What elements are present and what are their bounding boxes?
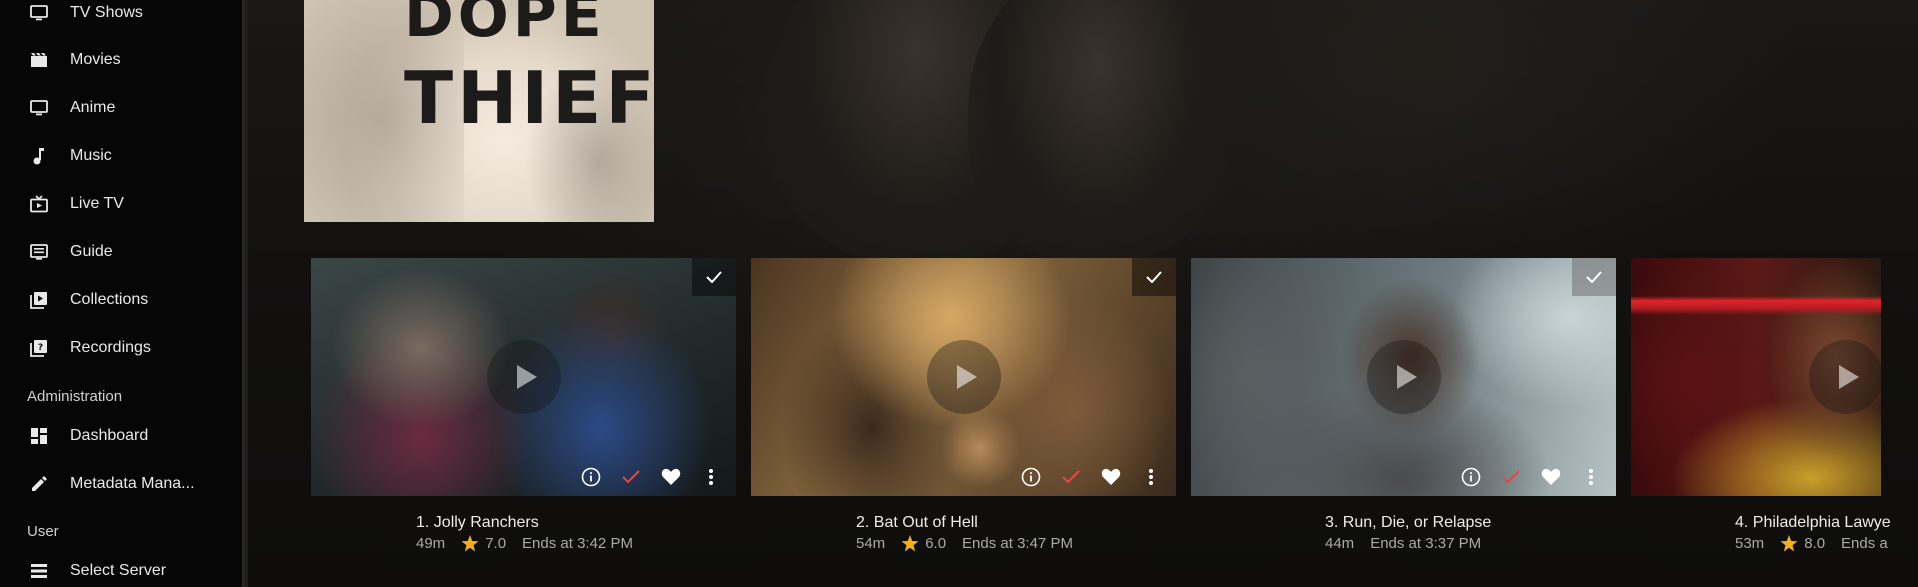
- sidebar-item-label: Music: [70, 147, 112, 164]
- sidebar-item-label: Collections: [70, 291, 149, 308]
- play-icon: [956, 365, 977, 389]
- episode-rating: 7.0: [485, 535, 507, 552]
- play-button[interactable]: [486, 340, 561, 414]
- info-icon[interactable]: [1020, 466, 1042, 488]
- sidebar-item-dashboard[interactable]: Dashboard: [0, 416, 242, 456]
- sidebar-item-guide[interactable]: Guide: [0, 232, 242, 272]
- played-check-icon[interactable]: [1060, 466, 1082, 488]
- sidebar-item-label: Anime: [70, 99, 116, 116]
- episode-meta: 54m 6.0 Ends at 3:47 PM: [856, 535, 1073, 552]
- episode-meta: 53m 8.0 Ends a: [1735, 535, 1888, 552]
- watched-indicator[interactable]: [1572, 258, 1616, 296]
- play-icon: [1396, 365, 1417, 389]
- movie-clapper-icon: [29, 50, 49, 70]
- sidebar-item-label: Dashboard: [70, 427, 149, 444]
- info-icon[interactable]: [580, 466, 602, 488]
- sidebar-item-metadata-manager[interactable]: Metadata Mana...: [0, 464, 242, 504]
- sidebar-item-live-tv[interactable]: Live TV: [0, 184, 242, 224]
- more-options-icon[interactable]: [1580, 466, 1602, 488]
- sidebar-item-label: Movies: [70, 51, 121, 68]
- episode-ends-at: Ends a: [1841, 535, 1888, 552]
- svg-text:?: ?: [38, 343, 43, 353]
- episode-actions: [580, 466, 722, 488]
- favorite-heart-icon[interactable]: [1100, 466, 1122, 488]
- check-icon: [1586, 271, 1602, 283]
- sidebar-item-recordings[interactable]: ? Recordings: [0, 328, 242, 368]
- episode-runtime: 44m: [1325, 535, 1355, 552]
- music-note-icon: [29, 146, 49, 166]
- episode-card[interactable]: [1191, 258, 1616, 496]
- episode-runtime: 53m: [1735, 535, 1765, 552]
- episode-ends-at: Ends at 3:47 PM: [962, 535, 1073, 552]
- backdrop-figure: [968, 0, 1228, 260]
- episode-runtime: 49m: [416, 535, 446, 552]
- watched-indicator[interactable]: [692, 258, 736, 296]
- series-poster[interactable]: DOPE THIEF: [304, 0, 654, 222]
- sidebar-item-movies[interactable]: Movies: [0, 40, 242, 80]
- sidebar-item-label: Select Server: [70, 562, 167, 579]
- watched-indicator[interactable]: [1132, 258, 1176, 296]
- star-icon: [461, 535, 479, 552]
- episode-title[interactable]: 2. Bat Out of Hell: [856, 514, 978, 532]
- more-options-icon[interactable]: [700, 466, 722, 488]
- episode-title[interactable]: 4. Philadelphia Lawye: [1735, 514, 1891, 532]
- sidebar-item-tv-shows[interactable]: TV Shows: [0, 0, 242, 33]
- play-button[interactable]: [1809, 340, 1881, 414]
- check-icon: [1146, 271, 1162, 283]
- sidebar-item-select-server[interactable]: Select Server: [0, 551, 242, 587]
- play-button[interactable]: [1366, 340, 1441, 414]
- sidebar-item-label: Guide: [70, 243, 113, 260]
- play-icon: [1839, 365, 1859, 389]
- episode-rating: 8.0: [1804, 535, 1826, 552]
- check-icon: [706, 271, 722, 283]
- poster-title-line2: THIEF: [404, 56, 654, 140]
- pencil-icon: [29, 474, 49, 494]
- episode-card[interactable]: [311, 258, 736, 496]
- episode-meta: 49m 7.0 Ends at 3:42 PM: [416, 535, 633, 552]
- episode-meta: 44m Ends at 3:37 PM: [1325, 535, 1481, 552]
- episode-actions: [1020, 466, 1162, 488]
- episode-title[interactable]: 3. Run, Die, or Relapse: [1325, 514, 1491, 532]
- sidebar-item-collections[interactable]: Collections: [0, 280, 242, 320]
- app-root: TV Shows Movies Anime Music Live TV Guid…: [0, 0, 1918, 587]
- play-icon: [516, 365, 537, 389]
- server-list-icon: [29, 561, 49, 581]
- sidebar-item-anime[interactable]: Anime: [0, 88, 242, 128]
- favorite-heart-icon[interactable]: [660, 466, 682, 488]
- play-button[interactable]: [926, 340, 1001, 414]
- episode-card[interactable]: [1631, 258, 1881, 496]
- played-check-icon[interactable]: [1500, 466, 1522, 488]
- episode-title[interactable]: 1. Jolly Ranchers: [416, 514, 539, 532]
- collections-icon: [29, 290, 49, 310]
- sidebar-item-label: Live TV: [70, 195, 124, 212]
- episode-actions: [1460, 466, 1602, 488]
- poster-title-line1: DOPE: [404, 0, 606, 51]
- star-icon: [1780, 535, 1798, 552]
- recordings-icon: ?: [29, 338, 49, 358]
- episode-runtime: 54m: [856, 535, 886, 552]
- episode-card[interactable]: [751, 258, 1176, 496]
- favorite-heart-icon[interactable]: [1540, 466, 1562, 488]
- episode-ends-at: Ends at 3:37 PM: [1370, 535, 1482, 552]
- user-header: User: [27, 523, 59, 540]
- played-check-icon[interactable]: [620, 466, 642, 488]
- guide-icon: [29, 242, 49, 262]
- sidebar-item-label: Metadata Mana...: [70, 475, 195, 492]
- sidebar: TV Shows Movies Anime Music Live TV Guid…: [0, 0, 242, 587]
- dashboard-icon: [29, 426, 49, 446]
- sidebar-item-label: TV Shows: [70, 4, 143, 21]
- administration-header: Administration: [27, 388, 123, 405]
- sidebar-item-music[interactable]: Music: [0, 136, 242, 176]
- live-tv-icon: [29, 194, 49, 214]
- episode-ends-at: Ends at 3:42 PM: [522, 535, 633, 552]
- tv-icon: [29, 98, 49, 118]
- tv-icon: [29, 3, 49, 23]
- info-icon[interactable]: [1460, 466, 1482, 488]
- sidebar-item-label: Recordings: [70, 339, 151, 356]
- star-icon: [901, 535, 919, 552]
- more-options-icon[interactable]: [1140, 466, 1162, 488]
- episode-rating: 6.0: [925, 535, 947, 552]
